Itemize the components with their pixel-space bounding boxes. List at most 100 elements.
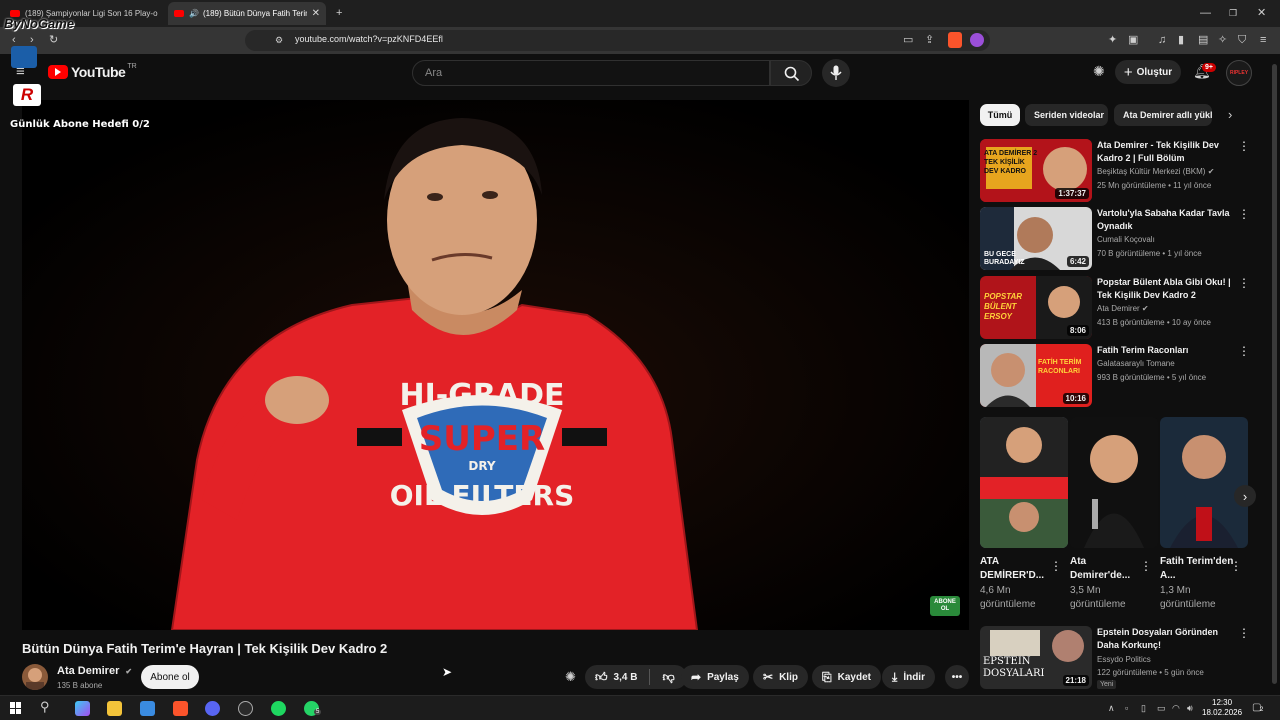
download-button[interactable]: ⤓ İndir: [882, 665, 935, 689]
spotify-icon[interactable]: [271, 701, 286, 716]
more-actions-button[interactable]: •••: [945, 665, 969, 689]
brave-browser-icon[interactable]: [173, 701, 188, 716]
brave-shield-icon[interactable]: [948, 32, 962, 48]
recommendation-item[interactable]: FATİH TERİM RACONLARI 10:16 Fatih Terim …: [980, 344, 1250, 408]
short-thumbnail[interactable]: [1160, 417, 1248, 548]
chip-channel-uploads[interactable]: Ata Demirer adlı yükle: [1114, 104, 1212, 126]
copilot-icon[interactable]: [75, 701, 90, 716]
plus-icon: +: [1123, 63, 1133, 81]
short-item[interactable]: ATA DEMİRER'D... 4,6 Mn görüntüleme ⋮: [980, 417, 1068, 612]
short-item[interactable]: Fatih Terim'den A... 1,3 Mn görüntüleme …: [1160, 417, 1248, 612]
like-button[interactable]: 👍︎ 3,4 B: [595, 670, 637, 685]
more-vertical-icon[interactable]: ⋮: [1238, 345, 1250, 357]
screenshot-icon[interactable]: ▣: [1128, 34, 1138, 46]
video-thumbnail[interactable]: POPSTAR BÜLENT ERSOY 8:06: [980, 276, 1092, 339]
video-thumbnail[interactable]: BU GECE BURADAYIZ 6:42: [980, 207, 1092, 270]
vpn-icon[interactable]: ⛉: [1238, 34, 1246, 46]
windows-start-icon[interactable]: [10, 702, 22, 714]
restore-icon[interactable]: ❐: [1229, 7, 1237, 19]
tray-app-icon[interactable]: ▫: [1125, 702, 1128, 714]
brave-rewards-icon[interactable]: [970, 33, 984, 47]
bookmark-save-icon: ⎘: [822, 669, 832, 684]
recommendation-channel: Cumali Koçovalı: [1097, 235, 1155, 244]
back-icon[interactable]: ‹: [12, 34, 16, 46]
wifi-icon[interactable]: ◠: [1172, 702, 1180, 714]
notification-badge: 9+: [1202, 63, 1216, 72]
tray-chevron-icon[interactable]: ∧: [1108, 702, 1115, 714]
channel-name[interactable]: Ata Demirer ✔: [57, 665, 132, 677]
more-vertical-icon[interactable]: ⋮: [1140, 559, 1152, 573]
voice-search-button[interactable]: [822, 59, 850, 87]
video-thumbnail[interactable]: EPSTEIN DOSYALARI 21:18: [980, 626, 1092, 689]
recommendation-item[interactable]: POPSTAR BÜLENT ERSOY 8:06 Popstar Bülent…: [980, 276, 1250, 340]
more-vertical-icon[interactable]: ⋮: [1230, 559, 1242, 573]
minimize-icon[interactable]: —: [1200, 7, 1211, 19]
browser-tab-active[interactable]: 🔊 (189) Bütün Dünya Fatih Terim ✕: [168, 2, 326, 25]
channel-avatar[interactable]: [22, 664, 48, 690]
forward-icon[interactable]: ›: [30, 34, 34, 46]
recommendation-title: Ata Demirer - Tek Kişilik Dev Kadro 2 | …: [1097, 140, 1219, 163]
clip-button[interactable]: ✂ Klip: [753, 665, 808, 689]
close-tab-icon[interactable]: ✕: [312, 8, 320, 19]
subscribe-overlay-badge[interactable]: ABONE OL: [932, 599, 958, 613]
share-icon[interactable]: ⇪: [925, 34, 934, 46]
system-clock[interactable]: 12:30 18.02.2026: [1202, 698, 1242, 718]
sidebar-icon[interactable]: ▮: [1178, 34, 1184, 46]
more-vertical-icon[interactable]: ⋮: [1238, 627, 1250, 639]
recommendation-item[interactable]: BU GECE BURADAYIZ 6:42 Vartolu'yla Sabah…: [980, 207, 1250, 271]
file-explorer-icon[interactable]: [107, 701, 122, 716]
video-thumbnail[interactable]: FATİH TERİM RACONLARI 10:16: [980, 344, 1092, 407]
short-thumbnail[interactable]: [1070, 417, 1158, 548]
more-vertical-icon[interactable]: ⋮: [1238, 208, 1250, 220]
recommendation-meta: 413 B görüntüleme • 10 ay önce: [1097, 318, 1211, 327]
cast-icon[interactable]: ▭: [903, 34, 913, 46]
duration-badge: 8:06: [1066, 325, 1089, 336]
extensions-icon[interactable]: ✦: [1108, 34, 1117, 46]
more-vertical-icon[interactable]: ⋮: [1050, 559, 1062, 573]
url-field[interactable]: ⚙ youtube.com/watch?v=pzKNFD4EEfl: [245, 30, 990, 51]
shorts-next-button[interactable]: ›: [1234, 485, 1256, 507]
more-vertical-icon[interactable]: ⋮: [1238, 277, 1250, 289]
youtube-logo[interactable]: YouTube TR: [48, 63, 137, 80]
gemini-spark-icon[interactable]: ✺: [1093, 64, 1105, 78]
leo-icon[interactable]: ✧: [1218, 34, 1227, 46]
video-thumbnail[interactable]: ATA DEMİRER 2 TEK KİŞİLİK DEV KADRO 1:37…: [980, 139, 1092, 202]
reload-icon[interactable]: ↻: [49, 34, 58, 46]
search-button[interactable]: [770, 60, 812, 86]
wallet-icon[interactable]: ▤: [1198, 34, 1208, 46]
music-icon[interactable]: ♫: [1158, 34, 1166, 46]
short-item[interactable]: Ata Demirer'de... 3,5 Mn görüntüleme ⋮: [1070, 417, 1158, 612]
chip-series[interactable]: Seriden videolar: [1025, 104, 1108, 126]
more-vertical-icon[interactable]: ⋮: [1238, 140, 1250, 152]
video-player[interactable]: HI-GRADE SUPER DRY OIL FILTERS ABONE OL: [22, 100, 969, 630]
menu-icon[interactable]: ≡: [1260, 34, 1266, 46]
obs-icon[interactable]: [238, 701, 253, 716]
microphone-tray-icon[interactable]: ▯: [1141, 702, 1146, 714]
volume-icon[interactable]: 🔊︎: [1187, 702, 1193, 714]
subscribe-button[interactable]: Abone ol: [141, 665, 199, 689]
save-button[interactable]: ⎘ Kaydet: [812, 665, 881, 689]
share-label: Paylaş: [707, 671, 739, 683]
recommendation-channel: Beşiktaş Kültür Merkezi (BKM) ✔: [1097, 167, 1215, 176]
search-input[interactable]: Ara: [412, 60, 770, 86]
discord-icon[interactable]: [205, 701, 220, 716]
page-scrollbar-thumb[interactable]: [1272, 64, 1277, 684]
duration-badge: 10:16: [1062, 393, 1089, 404]
chips-next-icon[interactable]: ›: [1228, 108, 1232, 121]
new-tab-icon[interactable]: +: [336, 7, 342, 19]
create-button[interactable]: + Oluştur: [1115, 60, 1181, 84]
account-avatar[interactable]: RIPLEY: [1226, 60, 1252, 86]
short-thumbnail[interactable]: [980, 417, 1068, 548]
recommendation-item[interactable]: ATA DEMİRER 2 TEK KİŞİLİK DEV KADRO 1:37…: [980, 139, 1250, 203]
dislike-button[interactable]: 👎︎: [662, 670, 674, 685]
recommendation-item[interactable]: EPSTEIN DOSYALARI 21:18 Epstein Dosyalar…: [980, 626, 1250, 692]
network-icon[interactable]: ▭: [1157, 702, 1166, 714]
store-icon[interactable]: [140, 701, 155, 716]
search-icon[interactable]: ⚲: [40, 700, 50, 713]
short-views: 4,6 Mn görüntüleme: [980, 585, 1036, 610]
chip-all[interactable]: Tümü: [980, 104, 1020, 126]
ask-ai-icon[interactable]: ✺: [565, 670, 576, 683]
close-window-icon[interactable]: ✕: [1257, 7, 1266, 19]
share-button[interactable]: ➦ Paylaş: [681, 665, 749, 689]
site-info-icon[interactable]: ⚙: [275, 34, 283, 46]
